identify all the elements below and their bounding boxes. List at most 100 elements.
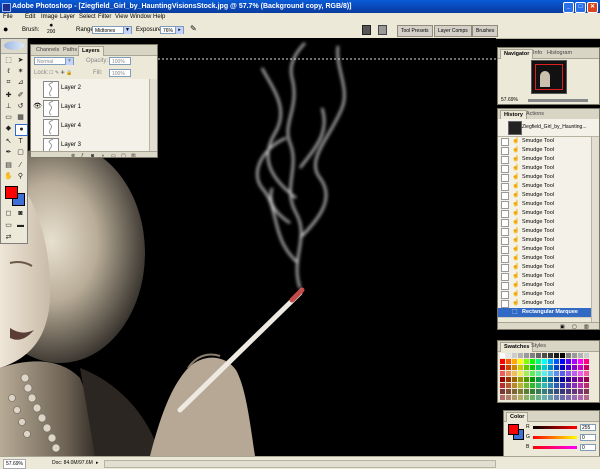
dodge-tool-preset-icon[interactable]: ● [3,24,8,34]
visibility-toggle[interactable] [33,122,41,130]
color-swatch[interactable] [560,389,565,394]
color-swatch[interactable] [524,395,529,400]
color-swatch[interactable] [518,395,523,400]
color-swatch[interactable] [554,365,559,370]
color-swatch[interactable] [584,353,589,358]
history-brush-source-toggle[interactable] [501,210,509,218]
color-swatch[interactable] [506,383,511,388]
history-brush-source-toggle[interactable] [501,228,509,236]
lock-icons[interactable]: ☐ ✎ ✚ 🔒 [49,69,72,77]
jump-to-imageready-icon[interactable]: ⇄ [3,233,14,243]
color-swatch[interactable] [584,359,589,364]
color-swatch[interactable] [530,359,535,364]
color-swatch[interactable] [518,365,523,370]
dodge-tool-icon[interactable]: ● [15,124,28,136]
status-doc-size[interactable]: Doc: 84.0M/97.6M [52,459,93,467]
color-swatch[interactable] [530,389,535,394]
new-layer-icon[interactable]: ▢ [121,152,126,157]
color-swatch[interactable] [536,365,541,370]
color-swatch[interactable] [548,353,553,358]
zoom-tool-icon[interactable]: ⚲ [15,172,26,182]
marquee-tool-icon[interactable]: ⬚ [3,56,14,66]
color-swatch[interactable] [524,389,529,394]
color-swatch[interactable] [542,377,547,382]
history-brush-source-toggle[interactable] [501,138,509,146]
type-tool-icon[interactable]: T [15,137,26,147]
color-swatch[interactable] [572,377,577,382]
menu-edit[interactable]: Edit [25,13,35,22]
chevron-right-icon[interactable]: ▸ [96,459,99,467]
value-box[interactable]: 0 [580,434,596,441]
shape-tool-icon[interactable]: ▢ [15,148,26,158]
tool-presets-well[interactable]: Tool Presets [397,25,433,37]
color-swatch[interactable] [566,377,571,382]
color-swatch[interactable] [524,371,529,376]
color-swatch[interactable] [512,395,517,400]
layer-row[interactable]: Layer 4 [31,117,157,137]
color-swatch[interactable] [500,359,505,364]
layer-row[interactable]: Layer 2 [31,79,157,99]
color-swatch[interactable] [584,377,589,382]
trash-icon[interactable]: ▥ [131,152,136,157]
exposure-input[interactable]: 76% ▸ [160,26,184,34]
value-box[interactable]: 0 [580,444,596,451]
color-swatch[interactable] [578,383,583,388]
color-swatch[interactable] [518,377,523,382]
foreground-color-swatch[interactable] [5,186,18,199]
screen-mode-standard-icon[interactable]: ▭ [3,221,14,231]
color-swatch[interactable] [578,395,583,400]
color-swatch[interactable] [584,395,589,400]
history-brush-source-toggle[interactable] [501,192,509,200]
color-swatch[interactable] [584,383,589,388]
crop-tool-icon[interactable]: ⌗ [3,78,14,88]
color-swatch[interactable] [500,371,505,376]
tab-channels[interactable]: Channels [33,46,62,55]
color-swatch[interactable] [560,383,565,388]
color-swatch[interactable] [506,389,511,394]
new-fill-layer-icon[interactable]: ◑ [101,152,104,157]
history-brush-source-toggle[interactable] [501,273,509,281]
color-swatch[interactable] [506,359,511,364]
layer-row[interactable]: Layer 3 [31,136,157,151]
red-slider[interactable] [533,426,577,429]
color-swatch[interactable] [530,371,535,376]
color-swatch[interactable] [524,377,529,382]
tab-navigator[interactable]: Navigator [500,49,534,59]
notes-tool-icon[interactable]: ▤ [3,161,14,171]
color-swatch[interactable] [560,359,565,364]
color-swatch[interactable] [512,365,517,370]
tab-actions[interactable]: Actions [523,110,547,119]
color-swatch[interactable] [512,371,517,376]
history-brush-source-toggle[interactable] [501,183,509,191]
menu-select[interactable]: Select [79,13,96,22]
color-swatch[interactable] [566,365,571,370]
tab-styles[interactable]: Styles [528,342,549,351]
color-swatch[interactable] [518,353,523,358]
color-swatch[interactable] [572,395,577,400]
history-brush-source-toggle[interactable] [501,255,509,263]
color-swatch[interactable] [578,353,583,358]
color-swatch[interactable] [554,353,559,358]
standard-mode-icon[interactable]: ◻ [3,209,14,219]
range-select[interactable]: Midtones ▼ [92,26,132,34]
color-swatch[interactable] [542,383,547,388]
color-swatch[interactable] [566,353,571,358]
file-browser-icon[interactable] [362,25,371,35]
brushes-well[interactable]: Brushes [472,25,499,37]
color-swatch[interactable] [548,389,553,394]
color-swatch[interactable] [566,389,571,394]
color-swatch[interactable] [584,389,589,394]
color-swatch[interactable] [518,371,523,376]
value-box[interactable]: 255 [580,424,596,431]
color-swatch[interactable] [554,377,559,382]
minimize-button[interactable]: _ [563,2,574,13]
color-swatch[interactable] [584,365,589,370]
color-swatch[interactable] [524,359,529,364]
layer-style-icon[interactable]: ƒ [81,152,84,157]
eyedropper-tool-icon[interactable]: ⁄ [15,161,26,171]
layer-mask-icon[interactable]: ◙ [91,152,94,157]
color-swatch[interactable] [512,383,517,388]
layers-scrollbar[interactable] [149,79,157,151]
close-button[interactable]: ✕ [587,2,598,13]
horizontal-scrollbar[interactable] [104,460,496,468]
